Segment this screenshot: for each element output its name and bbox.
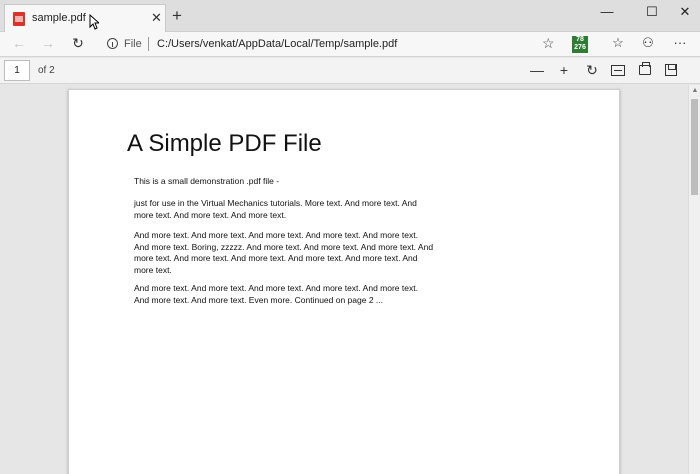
tab-sample-pdf[interactable]: sample.pdf ✕ <box>4 4 166 32</box>
tab-close-button[interactable]: ✕ <box>151 10 162 26</box>
fit-page-icon[interactable] <box>611 65 625 76</box>
favorites-icon[interactable]: ☆ <box>609 35 627 51</box>
vertical-scrollbar[interactable]: ▲ <box>688 85 700 474</box>
browser-toolbar: ← → ↻ File C:/Users/venkat/AppData/Local… <box>0 32 700 57</box>
favorite-star-icon[interactable]: ☆ <box>542 35 555 52</box>
paragraph: This is a small demonstration .pdf file … <box>134 176 280 186</box>
tab-title: sample.pdf <box>32 12 86 24</box>
scroll-thumb[interactable] <box>691 99 698 195</box>
extension-icon[interactable]: 78 276 <box>572 36 588 53</box>
more-icon[interactable]: ··· <box>671 35 689 50</box>
rotate-button[interactable]: ↻ <box>582 62 602 79</box>
close-window-button[interactable]: ✕ <box>673 4 697 20</box>
profile-icon[interactable]: ⚇ <box>639 35 657 51</box>
new-tab-button[interactable]: + <box>170 6 184 26</box>
document-title: A Simple PDF File <box>127 130 322 157</box>
print-icon[interactable] <box>639 62 651 75</box>
minimize-button[interactable]: — <box>595 4 619 19</box>
zoom-out-button[interactable]: — <box>527 62 547 79</box>
paragraph: just for use in the Virtual Mechanics tu… <box>134 198 417 220</box>
page-count: of 2 <box>38 65 55 76</box>
info-icon[interactable] <box>107 38 118 49</box>
paragraph: And more text. And more text. And more t… <box>134 283 418 305</box>
title-bar: sample.pdf ✕ + — ☐ ✕ <box>0 0 700 32</box>
paragraph: And more text. And more text. And more t… <box>134 230 434 275</box>
page-number-input[interactable] <box>4 60 30 81</box>
back-button[interactable]: ← <box>9 35 29 51</box>
pdf-viewer[interactable]: A Simple PDF File This is a small demons… <box>0 85 688 474</box>
scroll-up-arrow-icon[interactable]: ▲ <box>690 87 700 95</box>
extension-label-top: 78 <box>576 36 584 43</box>
pdf-page: A Simple PDF File This is a small demons… <box>68 89 620 474</box>
address-separator <box>148 37 149 51</box>
address-scheme: File <box>124 38 142 50</box>
extension-label-bottom: 276 <box>574 44 586 51</box>
mouse-cursor-icon <box>89 14 99 30</box>
save-icon[interactable] <box>665 64 677 76</box>
refresh-button[interactable]: ↻ <box>68 35 88 52</box>
maximize-button[interactable]: ☐ <box>640 4 664 20</box>
address-url[interactable]: C:/Users/venkat/AppData/Local/Temp/sampl… <box>157 38 397 50</box>
pdf-file-icon <box>13 12 25 26</box>
zoom-in-button[interactable]: + <box>554 62 574 79</box>
forward-button[interactable]: → <box>38 35 58 51</box>
pdf-toolbar: of 2 — + ↻ <box>0 58 700 84</box>
address-bar[interactable]: File C:/Users/venkat/AppData/Local/Temp/… <box>100 34 562 55</box>
